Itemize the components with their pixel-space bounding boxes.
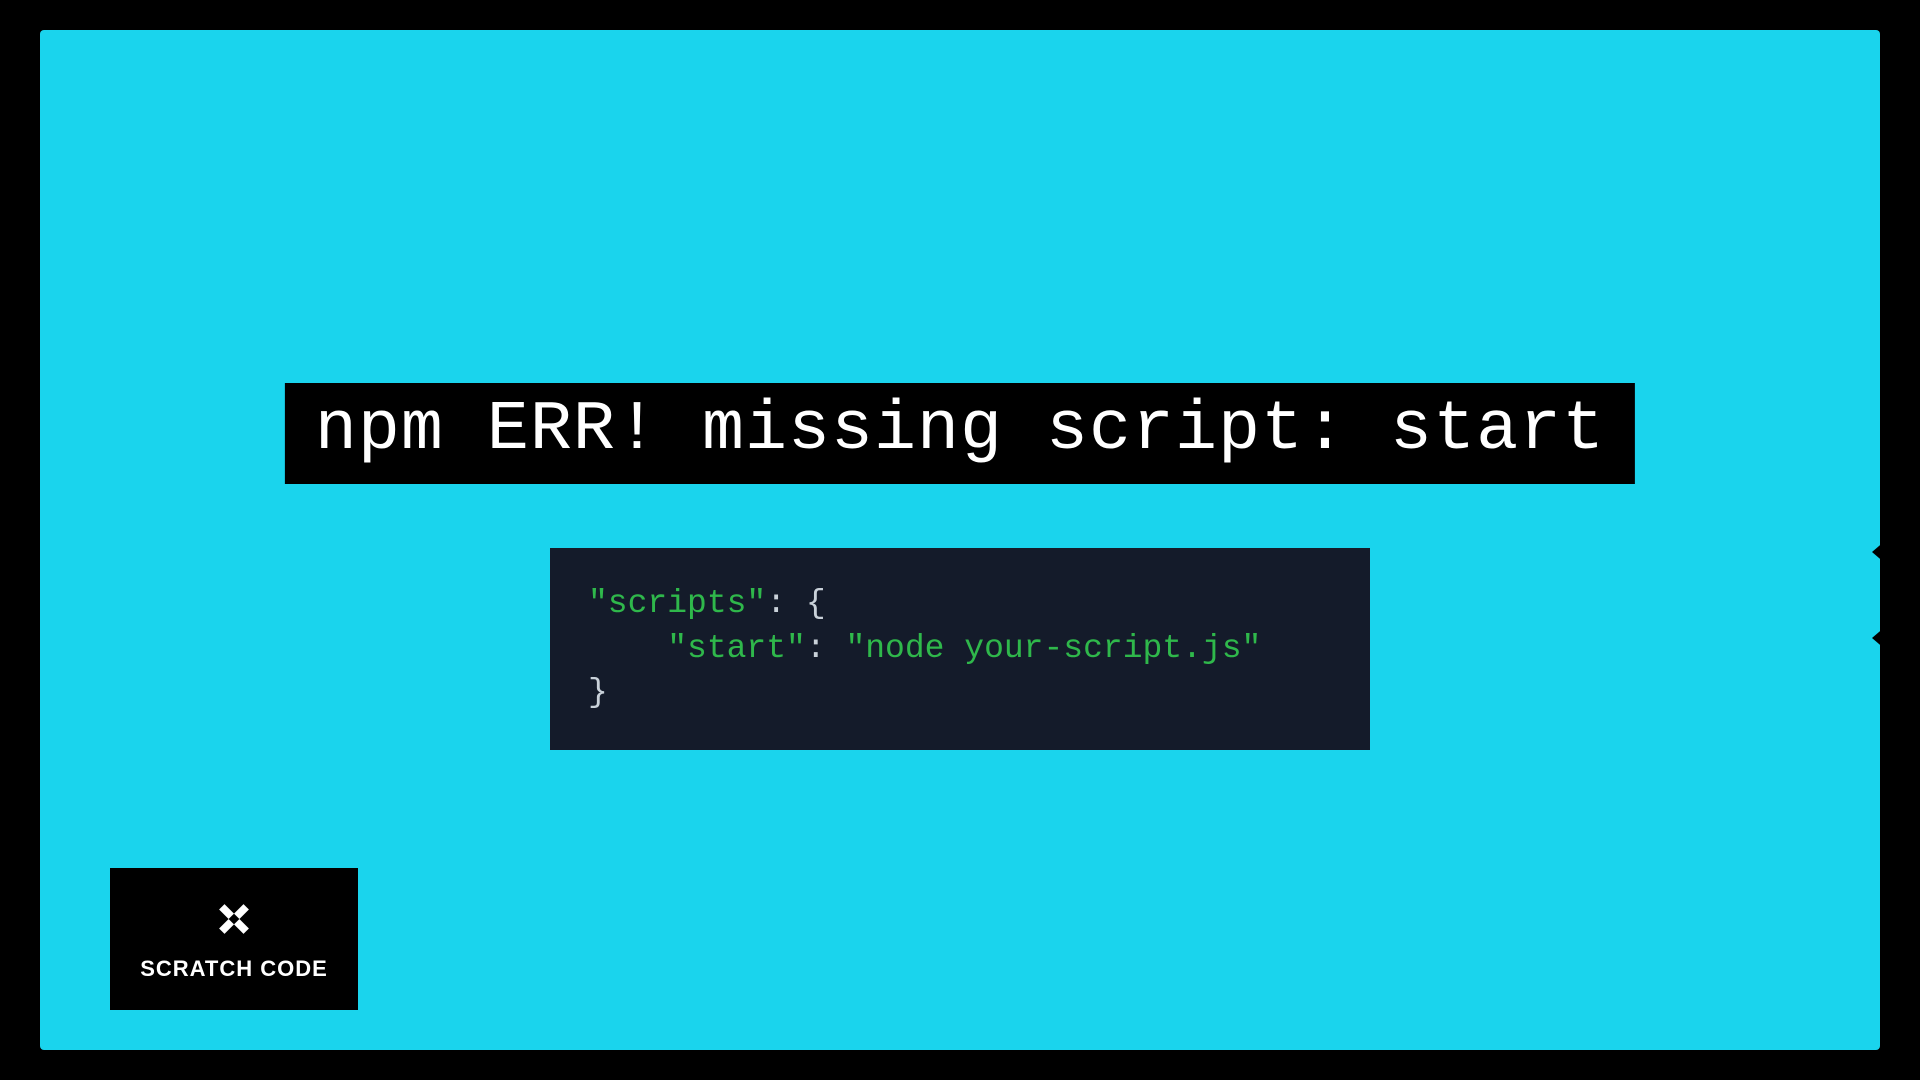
code-colon: : [806,630,846,667]
angle-brackets-icon [211,896,257,942]
code-value-node: "node your-script.js" [845,630,1261,667]
error-banner: npm ERR! missing script: start [285,383,1635,484]
code-brace-close: } [588,674,608,711]
code-brace-open: : { [766,585,825,622]
code-key-scripts: "scripts" [588,585,766,622]
frame-notch-decoration [1872,540,1886,564]
brand-badge: SCRATCH CODE [110,868,358,1010]
slide-frame: npm ERR! missing script: start "scripts"… [40,30,1880,1050]
brand-label: SCRATCH CODE [140,956,328,982]
frame-notch-decoration [1872,626,1886,650]
code-key-start: "start" [667,630,806,667]
code-indent [588,630,667,667]
code-snippet: "scripts": { "start": "node your-script.… [550,548,1370,750]
